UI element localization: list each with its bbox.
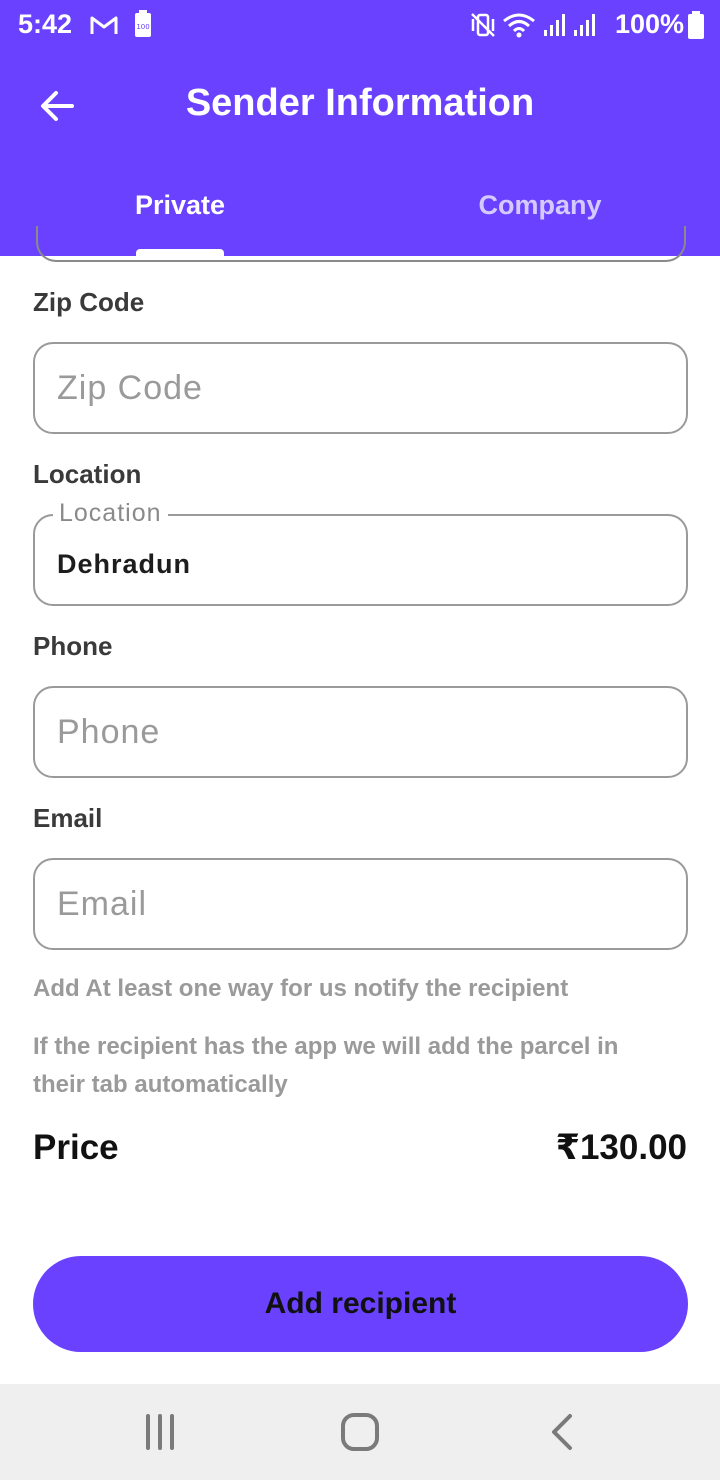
status-bar: 5:42 100 100% — [0, 0, 720, 52]
zip-code-field[interactable] — [33, 342, 688, 434]
email-field[interactable] — [33, 858, 688, 950]
auto-add-hint-text: If the recipient has the app we will add… — [33, 1033, 619, 1098]
tab-company[interactable]: Company — [360, 190, 720, 221]
recents-icon[interactable] — [138, 1410, 182, 1454]
tab-private[interactable]: Private — [0, 190, 360, 221]
location-label: Location — [33, 459, 142, 489]
email-input[interactable] — [57, 882, 657, 926]
home-icon[interactable] — [338, 1410, 382, 1454]
location-field[interactable]: Location — [33, 499, 688, 606]
wifi-icon — [503, 13, 535, 38]
nav-back-icon[interactable] — [540, 1410, 584, 1454]
gmail-icon — [90, 16, 118, 34]
email-label: Email — [33, 803, 103, 833]
battery-icon — [688, 11, 704, 39]
svg-text:100: 100 — [136, 23, 149, 31]
phone-input[interactable] — [57, 710, 657, 754]
status-time: 5:42 — [18, 9, 73, 39]
price-label: Price — [33, 1128, 119, 1167]
phone-field[interactable] — [33, 686, 688, 778]
location-floating-label: Location — [53, 499, 168, 528]
zip-code-input[interactable] — [57, 366, 657, 410]
battery-saver-icon: 100 — [135, 10, 151, 37]
app-header: 5:42 100 100% Sender Information Private… — [0, 0, 720, 256]
system-nav-bar — [0, 1384, 720, 1480]
price-value: ₹130.00 — [555, 1128, 687, 1167]
notify-hint-text: Add At least one way for us notify the r… — [33, 975, 569, 1002]
signal-icon — [544, 14, 565, 36]
page-title: Sender Information — [185, 82, 535, 124]
vibrate-off-icon — [471, 13, 495, 37]
location-input[interactable] — [57, 542, 657, 586]
add-recipient-button[interactable]: Add recipient — [33, 1256, 688, 1352]
previous-field-edge — [36, 226, 686, 262]
phone-label: Phone — [33, 631, 113, 661]
signal-icon — [574, 14, 595, 36]
battery-percentage: 100% — [614, 9, 684, 39]
zip-code-label: Zip Code — [33, 287, 145, 317]
